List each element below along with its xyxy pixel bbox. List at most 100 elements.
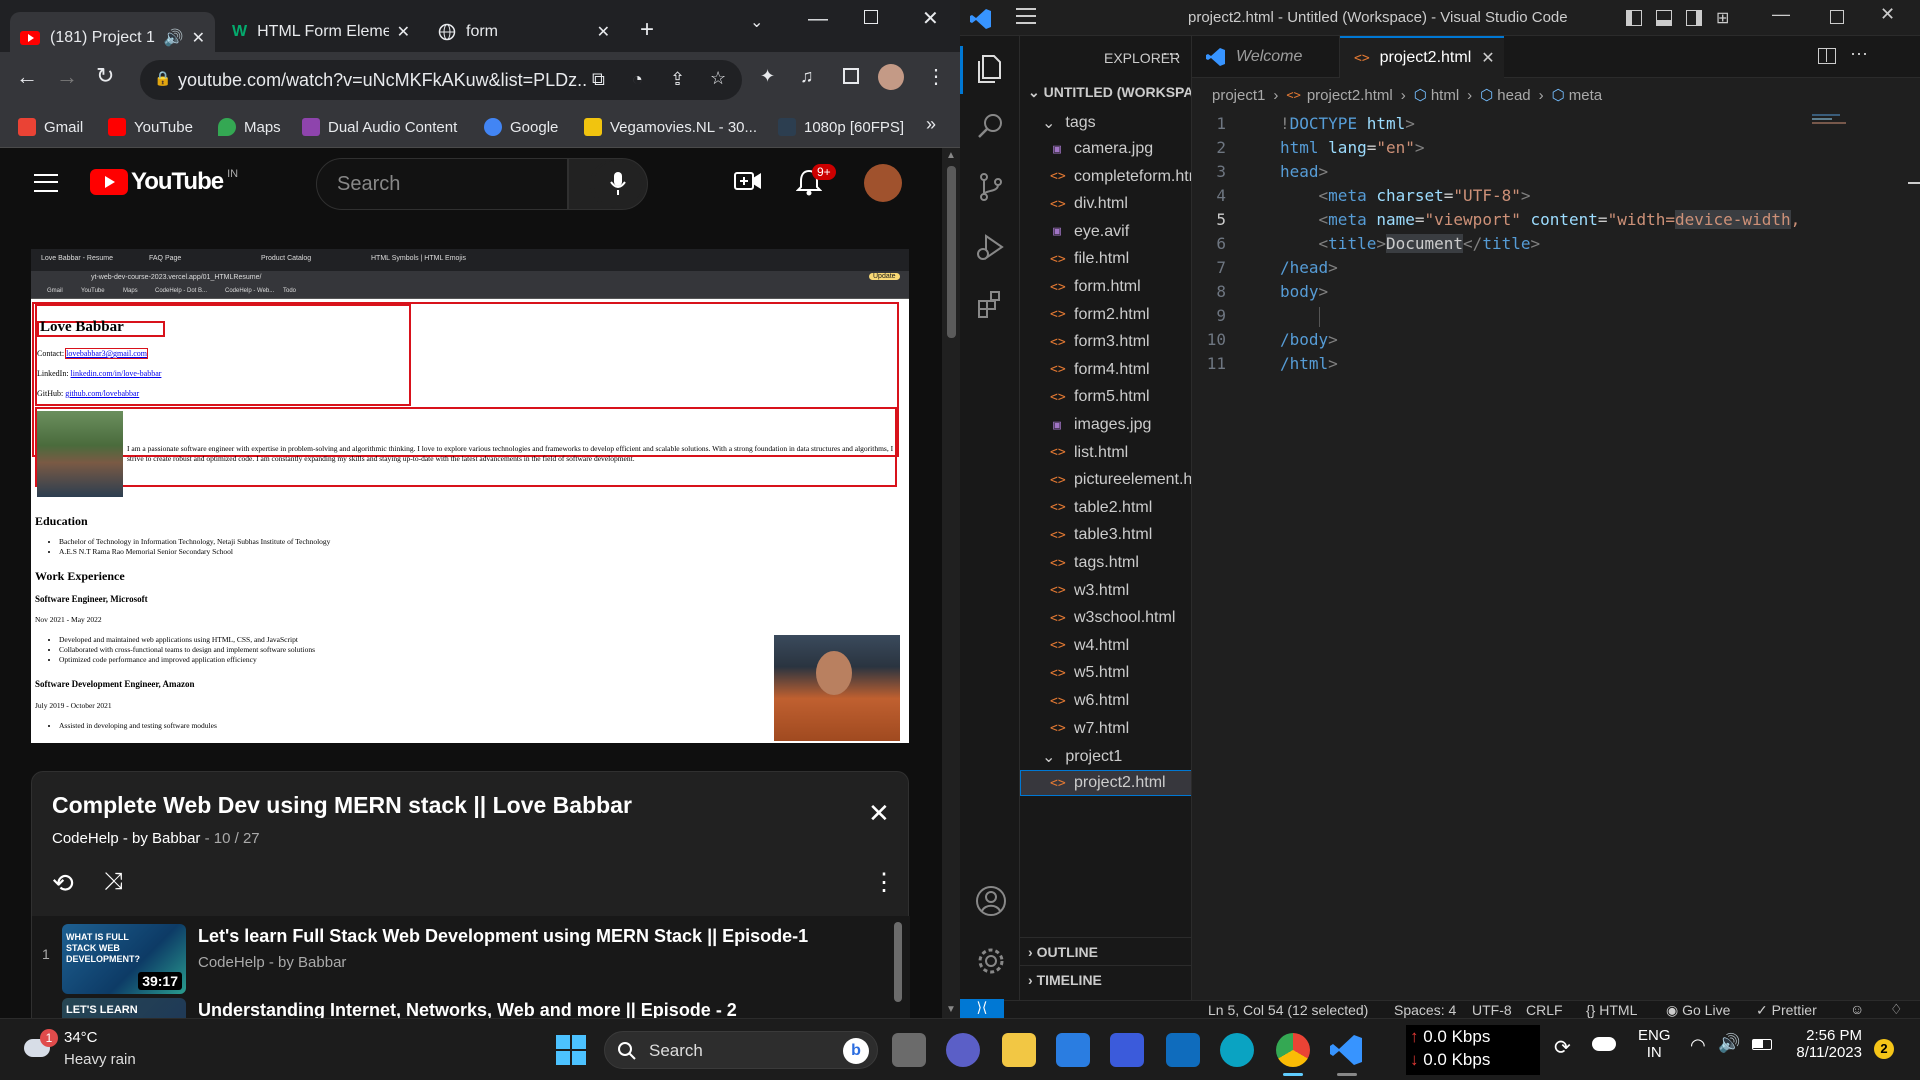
vscode-taskbar-icon[interactable]: [1330, 1033, 1364, 1067]
edge-icon[interactable]: [1220, 1033, 1254, 1067]
remote-indicator-icon[interactable]: ⟩⟨: [960, 999, 1004, 1019]
tab-welcome[interactable]: Welcome: [1192, 36, 1340, 78]
editor-more-icon[interactable]: ⋯: [1850, 44, 1868, 65]
file-item[interactable]: <> form3.html: [1050, 329, 1150, 355]
github-link[interactable]: github.com/lovebabbar: [65, 389, 139, 398]
workspace-header[interactable]: ⌄ UNTITLED (WORKSPACE): [1028, 84, 1191, 101]
file-item[interactable]: <> w4.html: [1050, 633, 1129, 659]
file-item[interactable]: <> form4.html: [1050, 357, 1150, 383]
mail-icon[interactable]: [1056, 1033, 1090, 1067]
page-scrollbar[interactable]: ▲ ▼: [942, 148, 960, 1018]
mic-button[interactable]: [594, 160, 642, 208]
side-panel-icon[interactable]: [843, 68, 859, 84]
file-item[interactable]: <> w6.html: [1050, 688, 1129, 714]
performance-icon[interactable]: ◔: [632, 69, 643, 90]
file-item[interactable]: <> tags.html: [1050, 550, 1139, 576]
breadcrumb-item[interactable]: project1: [1212, 87, 1265, 104]
loop-icon[interactable]: ⟲: [52, 868, 74, 899]
bookmark-google[interactable]: Google: [484, 118, 558, 136]
toggle-panel-icon[interactable]: [1656, 10, 1672, 26]
bookmark-youtube[interactable]: YouTube: [108, 118, 193, 136]
run-debug-icon[interactable]: [974, 230, 1008, 264]
create-video-icon[interactable]: [734, 170, 762, 192]
bookmark-vegamovies[interactable]: Vegamovies.NL - 30...: [584, 118, 757, 136]
file-item[interactable]: <> div.html: [1050, 191, 1128, 217]
line-ending[interactable]: CRLF: [1526, 1002, 1563, 1018]
sync-icon[interactable]: ⟳: [1554, 1035, 1571, 1060]
extensions-icon[interactable]: [974, 288, 1008, 322]
language-indicator[interactable]: ENG IN: [1638, 1027, 1671, 1061]
customize-layout-icon[interactable]: ⊞: [1716, 8, 1729, 28]
timeline-section[interactable]: › TIMELINE: [1020, 965, 1191, 993]
clock[interactable]: 2:56 PM 8/11/2023: [1790, 1027, 1862, 1061]
bookmark-1080p[interactable]: 1080p [60FPS]: [778, 118, 904, 136]
split-editor-icon[interactable]: [1818, 48, 1836, 64]
file-item[interactable]: <> w7.html: [1050, 716, 1129, 742]
scroll-down-icon[interactable]: ▼: [946, 1004, 956, 1015]
notifications-bell-icon[interactable]: ♢: [1890, 1001, 1903, 1018]
teams-chat-icon[interactable]: [946, 1033, 980, 1067]
playlist-item[interactable]: LET'S LEARN Understanding Internet, Netw…: [32, 998, 910, 1018]
youtube-logo[interactable]: YouTube IN: [90, 168, 238, 196]
file-project2[interactable]: <> project2.html: [1050, 770, 1166, 796]
tab-search-icon[interactable]: ⌄: [750, 12, 763, 32]
breadcrumb-item[interactable]: meta: [1569, 87, 1602, 104]
extensions-icon[interactable]: ✦: [760, 66, 775, 87]
file-explorer-icon[interactable]: [1002, 1033, 1036, 1067]
close-playlist-icon[interactable]: ✕: [868, 798, 890, 829]
file-item[interactable]: <> list.html: [1050, 440, 1128, 466]
file-item[interactable]: ▣ eye.avif: [1050, 219, 1129, 245]
file-item[interactable]: <> form.html: [1050, 274, 1141, 300]
breadcrumb-item[interactable]: html: [1431, 87, 1459, 104]
youtube-search-input[interactable]: Search: [316, 158, 568, 210]
maximize-icon[interactable]: [1830, 10, 1844, 24]
onedrive-cloud-icon[interactable]: [1592, 1037, 1616, 1051]
close-tab-icon[interactable]: ✕: [192, 28, 205, 48]
code-editor[interactable]: !DOCTYPE html> html lang="en"> head> <me…: [1280, 114, 1920, 414]
file-item[interactable]: ▣ images.jpg: [1050, 412, 1151, 438]
close-window-icon[interactable]: ✕: [1880, 4, 1895, 25]
file-item[interactable]: <> completeform.html: [1050, 164, 1191, 190]
source-control-icon[interactable]: [974, 170, 1008, 204]
file-item[interactable]: <> table3.html: [1050, 522, 1152, 548]
language-mode[interactable]: {} HTML: [1586, 1002, 1637, 1018]
playlist-item[interactable]: 1 WHAT IS FULL STACK WEB DEVELOPMENT? 39…: [32, 916, 910, 996]
search-icon[interactable]: [974, 110, 1008, 144]
settings-gear-icon[interactable]: [974, 944, 1008, 978]
breadcrumb-item[interactable]: head: [1497, 87, 1530, 104]
minimize-icon[interactable]: —: [808, 8, 828, 31]
tab-form[interactable]: form ✕: [428, 12, 620, 52]
prettier-status[interactable]: ✓ Prettier: [1756, 1002, 1817, 1019]
explorer-icon[interactable]: [974, 52, 1008, 86]
forward-icon[interactable]: →: [56, 64, 78, 90]
contact-link[interactable]: lovebabbar3@gmail.com: [65, 348, 149, 359]
back-icon[interactable]: ←: [16, 64, 38, 90]
folder-tags[interactable]: ⌄ tags: [1042, 110, 1096, 136]
bookmark-gmail[interactable]: Gmail: [18, 118, 83, 136]
task-view-icon[interactable]: [892, 1033, 926, 1067]
accounts-icon[interactable]: [974, 884, 1008, 918]
reload-icon[interactable]: ↻: [96, 63, 114, 89]
file-item[interactable]: <> w5.html: [1050, 660, 1129, 686]
minimap[interactable]: [1812, 114, 1852, 132]
file-item[interactable]: <> file.html: [1050, 246, 1129, 272]
chrome-menu-icon[interactable]: ⋮: [926, 64, 946, 89]
share-icon[interactable]: ⇪: [670, 69, 685, 90]
more-bookmarks-button[interactable]: »: [926, 114, 936, 135]
close-window-icon[interactable]: ✕: [922, 6, 939, 31]
indentation[interactable]: Spaces: 4: [1394, 1002, 1456, 1018]
wifi-icon[interactable]: ◠: [1690, 1035, 1706, 1056]
start-button[interactable]: [554, 1033, 588, 1067]
folder-project1[interactable]: ⌄ project1: [1042, 744, 1122, 770]
new-tab-button[interactable]: +: [640, 16, 654, 44]
go-live-button[interactable]: ◉ Go Live: [1666, 1002, 1730, 1019]
file-item[interactable]: <> table2.html: [1050, 495, 1152, 521]
hamburger-menu-icon[interactable]: [34, 174, 58, 192]
close-tab-icon[interactable]: ✕: [597, 22, 610, 42]
bookmark-dual-audio[interactable]: Dual Audio Content: [302, 118, 457, 136]
playlist-channel[interactable]: CodeHelp - by Babbar: [52, 830, 200, 847]
open-in-app-icon[interactable]: ⧉: [592, 69, 605, 90]
close-tab-icon[interactable]: ✕: [397, 22, 410, 42]
toggle-secondary-sidebar-icon[interactable]: [1686, 10, 1702, 26]
playlist-scrollbar[interactable]: [894, 922, 902, 1002]
